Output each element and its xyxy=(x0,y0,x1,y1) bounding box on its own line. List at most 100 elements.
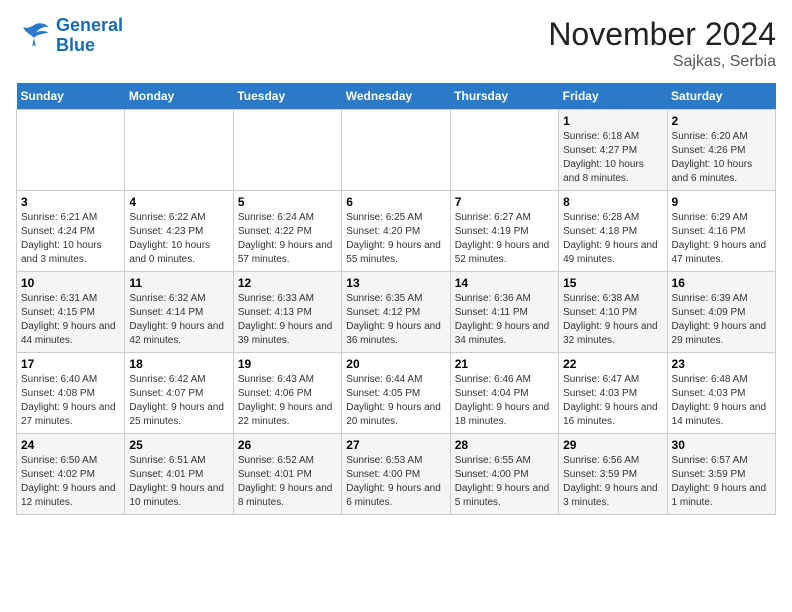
calendar-day-cell: 29 Sunrise: 6:56 AM Sunset: 3:59 PM Dayli… xyxy=(559,434,667,515)
day-number: 11 xyxy=(129,276,228,290)
day-info: Sunrise: 6:33 AM Sunset: 4:13 PM Dayligh… xyxy=(238,292,337,348)
day-info: Sunrise: 6:52 AM Sunset: 4:01 PM Dayligh… xyxy=(238,454,337,510)
calendar-day-cell: 5Sunrise: 6:24 AM Sunset: 4:22 PM Daylig… xyxy=(233,191,341,272)
calendar-day-cell: 16Sunrise: 6:39 AM Sunset: 4:09 PM Dayli… xyxy=(667,272,775,353)
logo-line1: General xyxy=(56,15,123,35)
calendar-day-cell: 9Sunrise: 6:29 AM Sunset: 4:16 PM Daylig… xyxy=(667,191,775,272)
calendar-day-cell: 20Sunrise: 6:44 AM Sunset: 4:05 PM Dayli… xyxy=(342,353,450,434)
day-info: Sunrise: 6:51 AM Sunset: 4:01 PM Dayligh… xyxy=(129,454,228,510)
day-number: 4 xyxy=(129,195,228,209)
calendar-day-cell: 18 Sunrise: 6:42 AM Sunset: 4:07 PM Dayli… xyxy=(125,353,233,434)
calendar-day-cell: 24 Sunrise: 6:50 AM Sunset: 4:02 PM Dayli… xyxy=(17,434,125,515)
calendar-table: SundayMondayTuesdayWednesdayThursdayFrid… xyxy=(16,83,776,515)
calendar-day-cell xyxy=(17,110,125,191)
day-number: 3 xyxy=(21,195,120,209)
day-info: Sunrise: 6:18 AM Sunset: 4:27 PM Dayligh… xyxy=(563,130,662,186)
day-info: Sunrise: 6:46 AM Sunset: 4:04 PM Dayligh… xyxy=(455,373,554,429)
day-info: Sunrise: 6:47 AM Sunset: 4:03 PM Dayligh… xyxy=(563,373,662,429)
calendar-day-cell: 7 Sunrise: 6:27 AM Sunset: 4:19 PM Daylig… xyxy=(450,191,558,272)
calendar-week-row: 17 Sunrise: 6:40 AM Sunset: 4:08 PM Dayli… xyxy=(17,353,776,434)
calendar-day-cell: 13Sunrise: 6:35 AM Sunset: 4:12 PM Dayli… xyxy=(342,272,450,353)
calendar-day-cell: 27Sunrise: 6:53 AM Sunset: 4:00 PM Dayli… xyxy=(342,434,450,515)
calendar-day-cell xyxy=(450,110,558,191)
weekday-header: Wednesday xyxy=(342,83,450,110)
weekday-header: Thursday xyxy=(450,83,558,110)
title-block: November 2024 Sajkas, Serbia xyxy=(548,16,776,71)
calendar-day-cell: 11 Sunrise: 6:32 AM Sunset: 4:14 PM Dayli… xyxy=(125,272,233,353)
logo-icon xyxy=(16,18,52,54)
calendar-day-cell: 10 Sunrise: 6:31 AM Sunset: 4:15 PM Dayli… xyxy=(17,272,125,353)
day-number: 9 xyxy=(672,195,771,209)
calendar-day-cell: 23Sunrise: 6:48 AM Sunset: 4:03 PM Dayli… xyxy=(667,353,775,434)
logo: General Blue xyxy=(16,16,123,56)
calendar-day-cell: 6Sunrise: 6:25 AM Sunset: 4:20 PM Daylig… xyxy=(342,191,450,272)
day-number: 12 xyxy=(238,276,337,290)
calendar-day-cell: 1Sunrise: 6:18 AM Sunset: 4:27 PM Daylig… xyxy=(559,110,667,191)
day-number: 20 xyxy=(346,357,445,371)
day-info: Sunrise: 6:57 AM Sunset: 3:59 PM Dayligh… xyxy=(672,454,771,510)
calendar-week-row: 24 Sunrise: 6:50 AM Sunset: 4:02 PM Dayli… xyxy=(17,434,776,515)
day-number: 18 xyxy=(129,357,228,371)
day-info: Sunrise: 6:55 AM Sunset: 4:00 PM Dayligh… xyxy=(455,454,554,510)
day-number: 25 xyxy=(129,438,228,452)
day-number: 7 xyxy=(455,195,554,209)
day-number: 22 xyxy=(563,357,662,371)
day-info: Sunrise: 6:38 AM Sunset: 4:10 PM Dayligh… xyxy=(563,292,662,348)
day-number: 19 xyxy=(238,357,337,371)
calendar-day-cell: 14Sunrise: 6:36 AM Sunset: 4:11 PM Dayli… xyxy=(450,272,558,353)
calendar-day-cell xyxy=(342,110,450,191)
day-number: 15 xyxy=(563,276,662,290)
day-number: 2 xyxy=(672,114,771,128)
day-info: Sunrise: 6:40 AM Sunset: 4:08 PM Dayligh… xyxy=(21,373,120,429)
calendar-header-row: SundayMondayTuesdayWednesdayThursdayFrid… xyxy=(17,83,776,110)
weekday-header: Monday xyxy=(125,83,233,110)
day-info: Sunrise: 6:42 AM Sunset: 4:07 PM Dayligh… xyxy=(129,373,228,429)
day-number: 27 xyxy=(346,438,445,452)
day-number: 8 xyxy=(563,195,662,209)
day-number: 17 xyxy=(21,357,120,371)
day-number: 5 xyxy=(238,195,337,209)
day-number: 10 xyxy=(21,276,120,290)
day-info: Sunrise: 6:31 AM Sunset: 4:15 PM Dayligh… xyxy=(21,292,120,348)
calendar-day-cell xyxy=(125,110,233,191)
calendar-day-cell: 15 Sunrise: 6:38 AM Sunset: 4:10 PM Dayli… xyxy=(559,272,667,353)
day-number: 23 xyxy=(672,357,771,371)
weekday-header: Tuesday xyxy=(233,83,341,110)
day-info: Sunrise: 6:50 AM Sunset: 4:02 PM Dayligh… xyxy=(21,454,120,510)
day-info: Sunrise: 6:56 AM Sunset: 3:59 PM Dayligh… xyxy=(563,454,662,510)
weekday-header: Friday xyxy=(559,83,667,110)
day-number: 14 xyxy=(455,276,554,290)
day-info: Sunrise: 6:21 AM Sunset: 4:24 PM Dayligh… xyxy=(21,211,120,267)
logo-line2: Blue xyxy=(56,35,95,55)
day-info: Sunrise: 6:28 AM Sunset: 4:18 PM Dayligh… xyxy=(563,211,662,267)
calendar-day-cell: 22 Sunrise: 6:47 AM Sunset: 4:03 PM Dayli… xyxy=(559,353,667,434)
calendar-title: November 2024 xyxy=(548,16,776,53)
calendar-day-cell: 12 Sunrise: 6:33 AM Sunset: 4:13 PM Dayli… xyxy=(233,272,341,353)
day-info: Sunrise: 6:32 AM Sunset: 4:14 PM Dayligh… xyxy=(129,292,228,348)
day-number: 28 xyxy=(455,438,554,452)
day-info: Sunrise: 6:27 AM Sunset: 4:19 PM Dayligh… xyxy=(455,211,554,267)
day-info: Sunrise: 6:22 AM Sunset: 4:23 PM Dayligh… xyxy=(129,211,228,267)
calendar-day-cell: 3 Sunrise: 6:21 AM Sunset: 4:24 PM Daylig… xyxy=(17,191,125,272)
calendar-day-cell: 25 Sunrise: 6:51 AM Sunset: 4:01 PM Dayli… xyxy=(125,434,233,515)
calendar-day-cell: 26 Sunrise: 6:52 AM Sunset: 4:01 PM Dayli… xyxy=(233,434,341,515)
calendar-day-cell: 17 Sunrise: 6:40 AM Sunset: 4:08 PM Dayli… xyxy=(17,353,125,434)
calendar-week-row: 3 Sunrise: 6:21 AM Sunset: 4:24 PM Daylig… xyxy=(17,191,776,272)
day-info: Sunrise: 6:39 AM Sunset: 4:09 PM Dayligh… xyxy=(672,292,771,348)
calendar-day-cell: 30 Sunrise: 6:57 AM Sunset: 3:59 PM Dayli… xyxy=(667,434,775,515)
day-number: 26 xyxy=(238,438,337,452)
calendar-subtitle: Sajkas, Serbia xyxy=(548,53,776,71)
calendar-day-cell: 19 Sunrise: 6:43 AM Sunset: 4:06 PM Dayli… xyxy=(233,353,341,434)
day-info: Sunrise: 6:43 AM Sunset: 4:06 PM Dayligh… xyxy=(238,373,337,429)
page-header: General Blue November 2024 Sajkas, Serbi… xyxy=(16,16,776,71)
day-number: 24 xyxy=(21,438,120,452)
day-info: Sunrise: 6:35 AM Sunset: 4:12 PM Dayligh… xyxy=(346,292,445,348)
day-number: 30 xyxy=(672,438,771,452)
day-info: Sunrise: 6:20 AM Sunset: 4:26 PM Dayligh… xyxy=(672,130,771,186)
day-number: 29 xyxy=(563,438,662,452)
calendar-week-row: 10 Sunrise: 6:31 AM Sunset: 4:15 PM Dayli… xyxy=(17,272,776,353)
calendar-week-row: 1Sunrise: 6:18 AM Sunset: 4:27 PM Daylig… xyxy=(17,110,776,191)
weekday-header: Sunday xyxy=(17,83,125,110)
calendar-day-cell: 8 Sunrise: 6:28 AM Sunset: 4:18 PM Daylig… xyxy=(559,191,667,272)
calendar-day-cell: 4 Sunrise: 6:22 AM Sunset: 4:23 PM Daylig… xyxy=(125,191,233,272)
